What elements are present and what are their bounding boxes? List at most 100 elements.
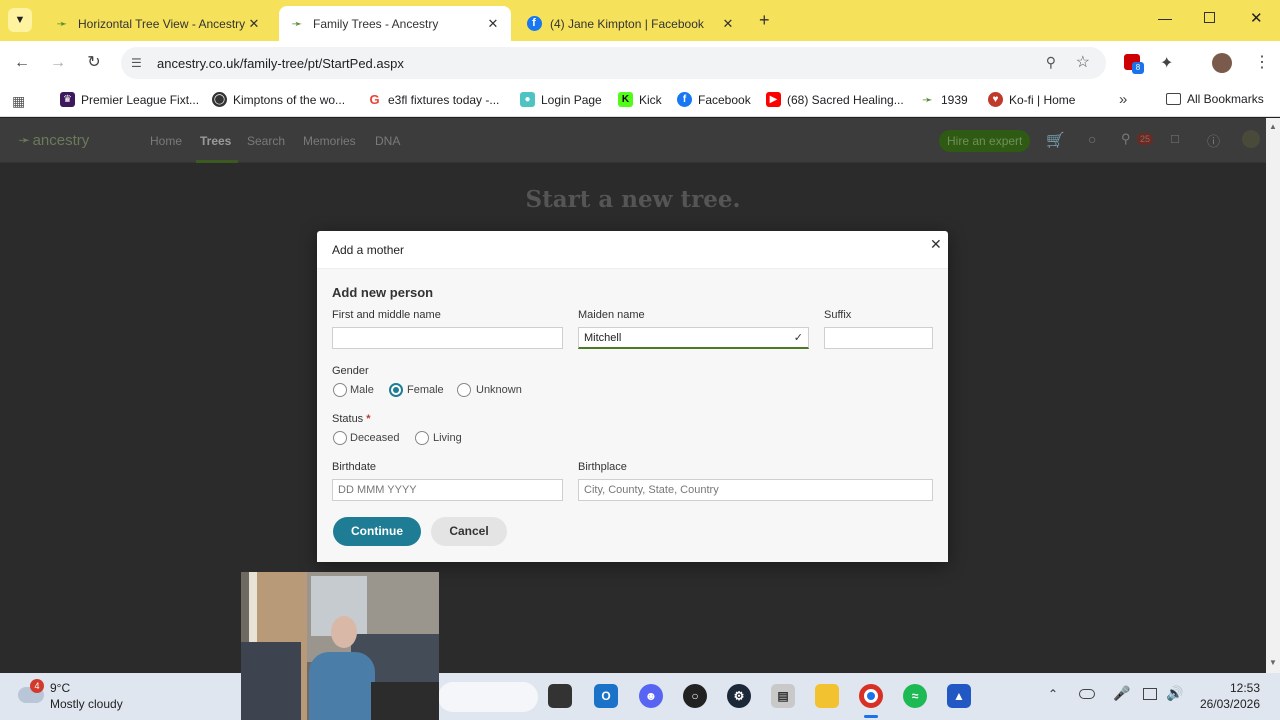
taskbar-search-box[interactable]	[438, 682, 538, 712]
status-label: Status *	[332, 413, 371, 425]
youtube-icon: ▶	[766, 92, 781, 107]
close-tab-icon[interactable]: ✕	[246, 16, 262, 32]
gender-male-radio[interactable]	[333, 383, 347, 397]
steam-icon[interactable]: ⚙	[727, 684, 751, 708]
bookmark-premier-league[interactable]: ♛ Premier League Fixt...	[60, 92, 199, 107]
mixer-icon[interactable]: ▤	[771, 684, 795, 708]
network-icon[interactable]	[1143, 688, 1157, 700]
bookmark-e3fl[interactable]: Ge3fl fixtures today -...	[367, 92, 499, 107]
gender-male-label[interactable]: Male	[350, 384, 374, 396]
browser-menu-icon[interactable]: ⋮	[1254, 52, 1270, 72]
hire-expert-button[interactable]: Hire an expert	[939, 130, 1031, 152]
status-deceased-radio[interactable]	[333, 431, 347, 445]
profile-avatar[interactable]	[1212, 53, 1232, 73]
bookmark-1939[interactable]: ➛ 1939	[920, 92, 968, 107]
zoom-icon[interactable]: ⚲	[1046, 54, 1056, 71]
nav-memories[interactable]: Memories	[303, 134, 356, 148]
gender-female-label[interactable]: Female	[407, 384, 444, 396]
continue-button[interactable]: Continue	[333, 517, 421, 546]
add-mother-dialog: Add a mother ✕ Add new person First and …	[317, 231, 948, 562]
back-button[interactable]: ←	[12, 53, 32, 73]
bookmark-label: Login Page	[541, 92, 602, 107]
address-text[interactable]: ancestry.co.uk/family-tree/pt/StartPed.a…	[157, 56, 404, 71]
obs-icon[interactable]: ○	[683, 684, 707, 708]
status-living-radio[interactable]	[415, 431, 429, 445]
volume-icon[interactable]: 🔊	[1166, 685, 1183, 702]
new-tab-button[interactable]: +	[759, 10, 770, 31]
bookmark-star-icon[interactable]: ☆	[1076, 52, 1090, 72]
gender-unknown-label[interactable]: Unknown	[476, 384, 522, 396]
minimize-button[interactable]: —	[1158, 10, 1172, 26]
cancel-button[interactable]: Cancel	[431, 517, 507, 546]
tray-overflow-icon[interactable]: ⌃	[1048, 687, 1058, 701]
bookmark-kofi[interactable]: ♥ Ko-fi | Home	[988, 92, 1075, 107]
trees-active-underline	[196, 160, 238, 163]
site-info-icon[interactable]: ☰	[131, 56, 147, 70]
file-explorer-icon[interactable]	[815, 684, 839, 708]
bookmark-sacred-healing[interactable]: ▶ (68) Sacred Healing...	[766, 92, 904, 107]
tab-title: (4) Jane Kimpton | Facebook	[550, 16, 704, 31]
hints-icon[interactable]: ○	[1088, 131, 1096, 147]
nav-trees[interactable]: Trees	[200, 134, 231, 148]
chrome-icon[interactable]	[859, 684, 883, 708]
nav-dna[interactable]: DNA	[375, 134, 400, 148]
outlook-icon[interactable]: O	[594, 684, 618, 708]
editor-icon[interactable]: ▲	[947, 684, 971, 708]
weather-widget[interactable]: 4 9°C Mostly cloudy	[18, 679, 228, 715]
task-view-icon[interactable]	[548, 684, 572, 708]
help-icon[interactable]: ⓘ	[1207, 131, 1220, 150]
ancestry-icon: ➛	[920, 92, 935, 107]
webcam-overlay	[241, 572, 439, 720]
status-living-label[interactable]: Living	[433, 432, 462, 444]
birthplace-input[interactable]: City, County, State, Country	[578, 479, 933, 501]
bookmark-kimptons[interactable]: ◯ Kimptons of the wo...	[212, 92, 345, 107]
kick-icon: K	[618, 92, 633, 107]
apps-grid-icon[interactable]: ▦	[12, 93, 25, 110]
messages-icon[interactable]: □	[1171, 131, 1179, 146]
scroll-up-arrow[interactable]: ▲	[1269, 122, 1277, 131]
ancestry-logo[interactable]: ➛ ancestry	[18, 131, 89, 149]
more-bookmarks-icon[interactable]: »	[1119, 91, 1127, 108]
suffix-input[interactable]	[824, 327, 933, 349]
restore-button[interactable]	[1204, 12, 1215, 23]
tab-family-trees[interactable]: ➛ Family Trees - Ancestry ✕	[279, 6, 511, 41]
address-bar[interactable]: ☰ ancestry.co.uk/family-tree/pt/StartPed…	[121, 47, 1106, 79]
dialog-close-icon[interactable]: ✕	[930, 236, 942, 253]
bookmark-kick[interactable]: K Kick	[618, 92, 662, 107]
page-scrollbar[interactable]: ▲ ▼	[1266, 118, 1280, 673]
tab-horizontal-tree[interactable]: ➛ Horizontal Tree View - Ancestry ✕	[44, 6, 272, 41]
notifications-bell-icon[interactable]: ⚲	[1121, 131, 1131, 147]
bookmark-login-page[interactable]: ● Login Page	[520, 92, 602, 107]
birthdate-input[interactable]: DD MMM YYYY	[332, 479, 563, 501]
cart-icon[interactable]: 🛒	[1046, 131, 1065, 149]
extension-shield-icon[interactable]: 8	[1124, 54, 1144, 74]
maiden-name-input[interactable]: Mitchell ✓	[578, 327, 809, 349]
user-avatar[interactable]	[1242, 130, 1260, 148]
close-tab-icon[interactable]: ✕	[720, 16, 736, 32]
webcam-person-body	[309, 652, 375, 720]
scroll-down-arrow[interactable]: ▼	[1269, 658, 1277, 667]
dialog-title: Add a mother	[332, 243, 405, 257]
nav-home[interactable]: Home	[150, 134, 182, 148]
close-window-button[interactable]: ✕	[1250, 9, 1263, 27]
gender-female-radio[interactable]	[389, 383, 403, 397]
spotify-icon[interactable]: ≈	[903, 684, 927, 708]
reload-button[interactable]: ↻	[84, 53, 104, 73]
extensions-puzzle-icon[interactable]: ✦	[1160, 53, 1173, 73]
tab-facebook[interactable]: f (4) Jane Kimpton | Facebook ✕	[516, 6, 746, 41]
nav-search[interactable]: Search	[247, 134, 285, 148]
onedrive-icon[interactable]	[1079, 689, 1095, 699]
all-bookmarks[interactable]: All Bookmarks	[1166, 92, 1264, 106]
bookmark-facebook[interactable]: f Facebook	[677, 92, 751, 107]
clock-time[interactable]: 12:53	[1200, 681, 1260, 695]
microphone-icon[interactable]: 🎤	[1113, 685, 1130, 702]
first-name-input[interactable]	[332, 327, 563, 349]
clock-date[interactable]: 26/03/2026	[1196, 697, 1260, 711]
status-deceased-label[interactable]: Deceased	[350, 432, 400, 444]
discord-icon[interactable]: ☻	[639, 684, 663, 708]
close-tab-icon[interactable]: ✕	[485, 16, 501, 32]
status-label-text: Status	[332, 413, 364, 425]
tab-search-button[interactable]: ▼	[8, 8, 32, 32]
forward-button[interactable]: →	[48, 53, 68, 73]
gender-unknown-radio[interactable]	[457, 383, 471, 397]
